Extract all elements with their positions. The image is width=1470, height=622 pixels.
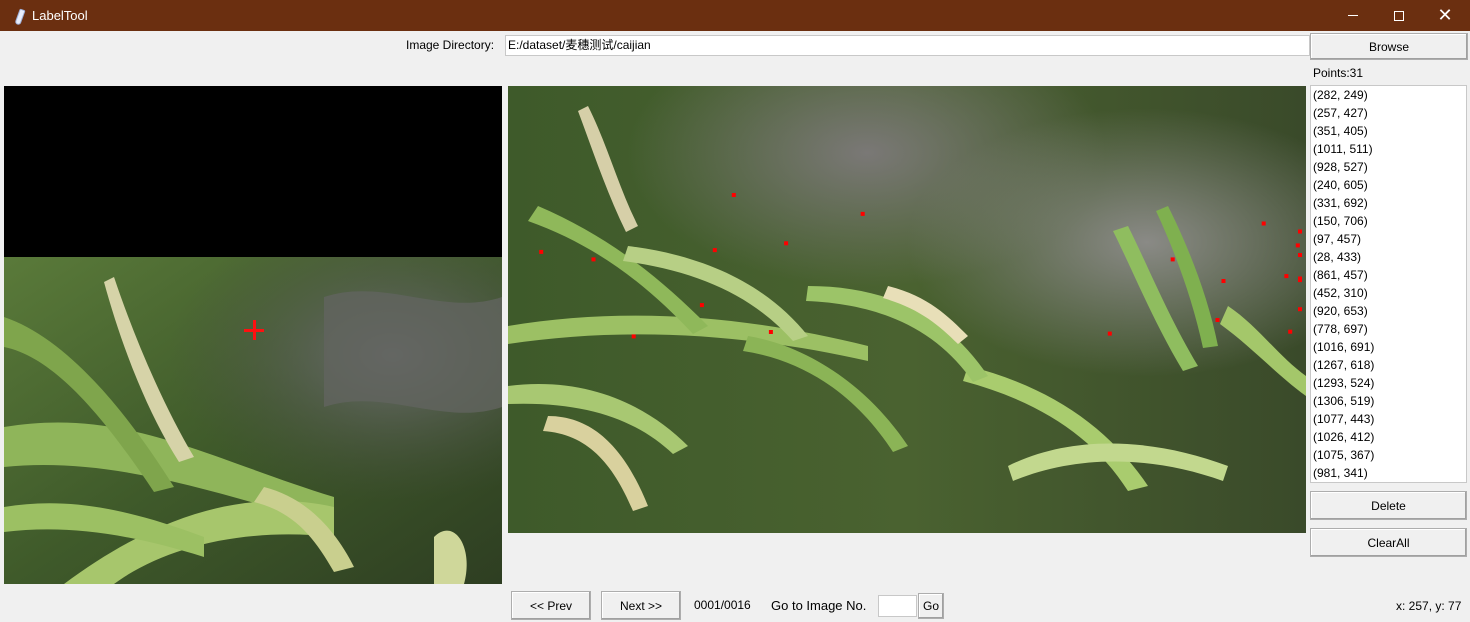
point-list-item[interactable]: (28, 433) — [1311, 248, 1466, 266]
points-count-label: Points:31 — [1313, 66, 1364, 80]
point-marker[interactable] — [1170, 257, 1175, 262]
image-directory-input[interactable]: E:/dataset/麦穗测试/caijian — [505, 35, 1310, 56]
point-marker[interactable] — [699, 303, 704, 308]
point-list-item[interactable]: (928, 527) — [1311, 158, 1466, 176]
image-counter: 0001/0016 — [694, 598, 751, 612]
point-marker[interactable] — [1298, 276, 1302, 281]
point-marker[interactable] — [1261, 221, 1266, 226]
point-marker[interactable] — [1107, 331, 1112, 336]
point-list-item[interactable]: (1267, 618) — [1311, 356, 1466, 374]
point-list-item[interactable]: (981, 341) — [1311, 464, 1466, 482]
point-list-item[interactable]: (1011, 511) — [1311, 140, 1466, 158]
point-marker[interactable] — [860, 211, 865, 216]
point-list-item[interactable]: (282, 249) — [1311, 86, 1466, 104]
point-marker[interactable] — [1298, 307, 1302, 312]
point-list-item[interactable]: (1075, 367) — [1311, 446, 1466, 464]
point-marker[interactable] — [731, 193, 736, 197]
point-marker[interactable] — [539, 249, 544, 254]
point-list-item[interactable]: (1016, 691) — [1311, 338, 1466, 356]
point-marker[interactable] — [1288, 329, 1293, 334]
cursor-coordinates: x: 257, y: 77 — [1396, 599, 1462, 613]
goto-label: Go to Image No. — [771, 598, 867, 613]
browse-button[interactable]: Browse — [1310, 33, 1468, 60]
point-marker[interactable] — [1221, 279, 1226, 283]
goto-input[interactable] — [878, 595, 917, 617]
next-button[interactable]: Next >> — [601, 591, 681, 620]
delete-button[interactable]: Delete — [1310, 491, 1467, 520]
point-list-item[interactable]: (861, 457) — [1311, 266, 1466, 284]
point-marker[interactable] — [1298, 229, 1302, 234]
point-marker[interactable] — [712, 248, 717, 253]
point-list-item[interactable]: (331, 692) — [1311, 194, 1466, 212]
point-marker[interactable] — [631, 334, 636, 339]
point-marker[interactable] — [784, 241, 789, 246]
zoom-preview-panel — [4, 86, 502, 584]
point-list-item[interactable]: (240, 605) — [1311, 176, 1466, 194]
point-list-item[interactable]: (920, 653) — [1311, 302, 1466, 320]
point-list-item[interactable]: (97, 457) — [1311, 230, 1466, 248]
point-list-item[interactable]: (351, 405) — [1311, 122, 1466, 140]
point-marker[interactable] — [591, 257, 596, 262]
point-marker[interactable] — [1295, 243, 1300, 248]
point-list-item[interactable]: (1026, 412) — [1311, 428, 1466, 446]
minimize-icon — [1348, 15, 1358, 16]
prev-button[interactable]: << Prev — [511, 591, 591, 620]
point-list-item[interactable]: (1077, 443) — [1311, 410, 1466, 428]
point-list-item[interactable]: (1306, 519) — [1311, 392, 1466, 410]
crosshair-icon — [244, 320, 264, 340]
point-marker[interactable] — [1215, 318, 1220, 322]
minimize-button[interactable] — [1330, 0, 1376, 31]
point-marker[interactable] — [768, 330, 773, 334]
clear-all-button[interactable]: ClearAll — [1310, 528, 1467, 557]
points-listbox[interactable]: (282, 249) (257, 427) (351, 405) (1011, 511… — [1310, 85, 1467, 483]
point-list-item[interactable]: (1293, 524) — [1311, 374, 1466, 392]
feather-icon — [12, 9, 26, 23]
maximize-button[interactable] — [1376, 0, 1422, 31]
image-directory-label: Image Directory: — [406, 38, 495, 52]
point-list-item[interactable]: (257, 427) — [1311, 104, 1466, 122]
go-button[interactable]: Go — [918, 593, 944, 619]
point-list-item[interactable]: (452, 310) — [1311, 284, 1466, 302]
zoom-preview-image — [4, 257, 502, 584]
point-marker[interactable] — [1284, 274, 1289, 279]
point-marker[interactable] — [1298, 253, 1302, 257]
main-image-canvas[interactable] — [508, 86, 1306, 533]
close-button[interactable]: ✕ — [1422, 0, 1468, 31]
point-list-item[interactable]: (150, 706) — [1311, 212, 1466, 230]
point-list-item[interactable]: (778, 697) — [1311, 320, 1466, 338]
window-title: LabelTool — [32, 8, 88, 23]
title-bar: LabelTool ✕ — [0, 0, 1470, 31]
maximize-icon — [1394, 10, 1404, 21]
close-icon: ✕ — [1437, 4, 1453, 26]
